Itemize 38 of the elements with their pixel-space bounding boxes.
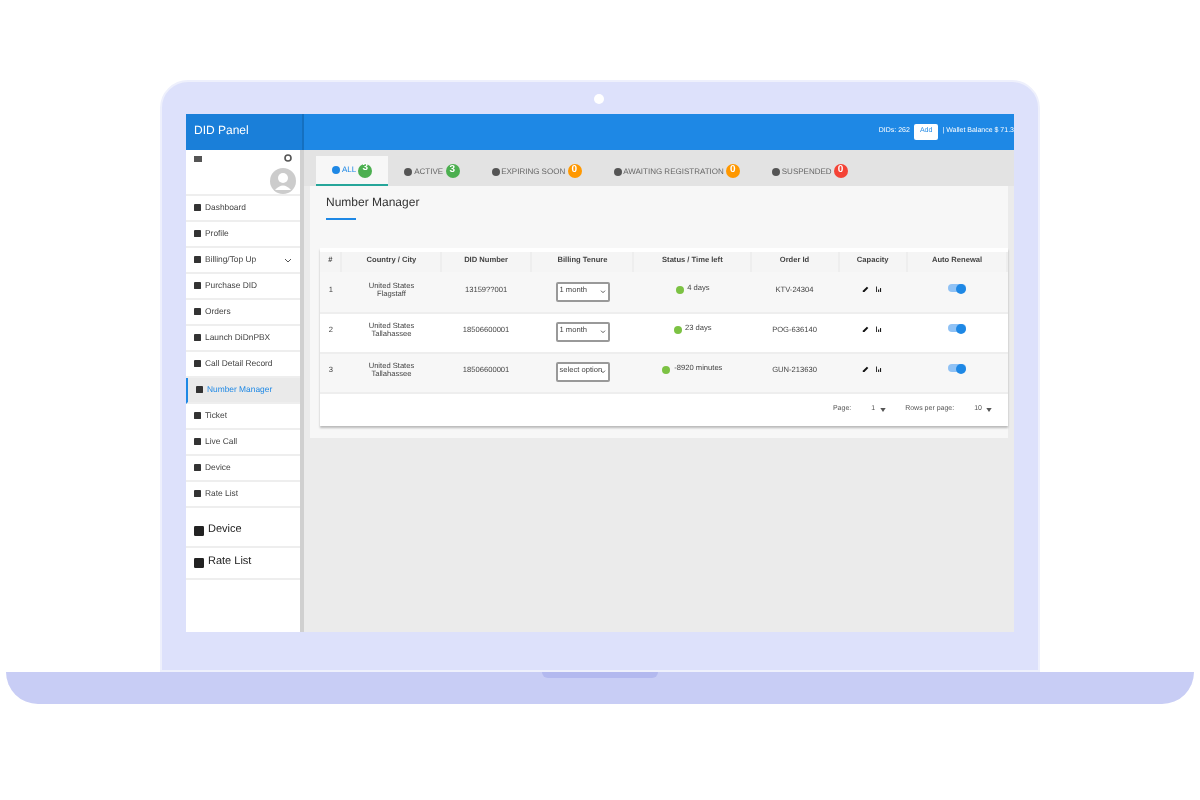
title-underline <box>326 218 356 220</box>
laptop-notch <box>542 672 658 678</box>
square-icon <box>194 256 201 264</box>
square-icon <box>194 204 201 212</box>
toggle-switch[interactable] <box>948 364 967 373</box>
square-icon <box>194 360 201 368</box>
toggle-switch[interactable] <box>948 324 967 333</box>
pencil-icon[interactable] <box>862 365 870 373</box>
chevron-icon <box>599 289 606 294</box>
status-dot-icon <box>662 366 671 375</box>
bar-chart-icon[interactable] <box>875 365 883 373</box>
square-icon <box>194 282 201 290</box>
avatar-icon <box>270 167 296 193</box>
circle-icon <box>771 167 780 175</box>
gear-icon[interactable] <box>284 154 292 162</box>
square-icon <box>194 490 201 498</box>
circle-icon <box>613 167 622 175</box>
bar-chart-icon[interactable] <box>875 325 883 333</box>
camera-icon <box>594 94 604 104</box>
square-icon <box>194 230 201 238</box>
bar-chart-icon[interactable] <box>875 285 883 293</box>
square-icon <box>194 558 204 568</box>
menu-icon[interactable] <box>194 155 202 161</box>
status-dot-icon <box>673 326 682 335</box>
square-icon <box>194 308 201 316</box>
toggle-switch[interactable] <box>948 284 967 293</box>
square-icon <box>194 412 201 420</box>
circle-icon <box>404 167 413 175</box>
square-icon <box>194 438 201 446</box>
pencil-icon[interactable] <box>862 325 870 333</box>
pencil-icon[interactable] <box>862 285 870 293</box>
square-icon <box>196 386 203 394</box>
square-icon <box>194 526 204 536</box>
square-icon <box>194 464 201 472</box>
status-dot-icon <box>675 285 684 294</box>
circle-icon <box>332 166 340 174</box>
circle-icon <box>491 167 500 175</box>
square-icon <box>194 334 201 342</box>
